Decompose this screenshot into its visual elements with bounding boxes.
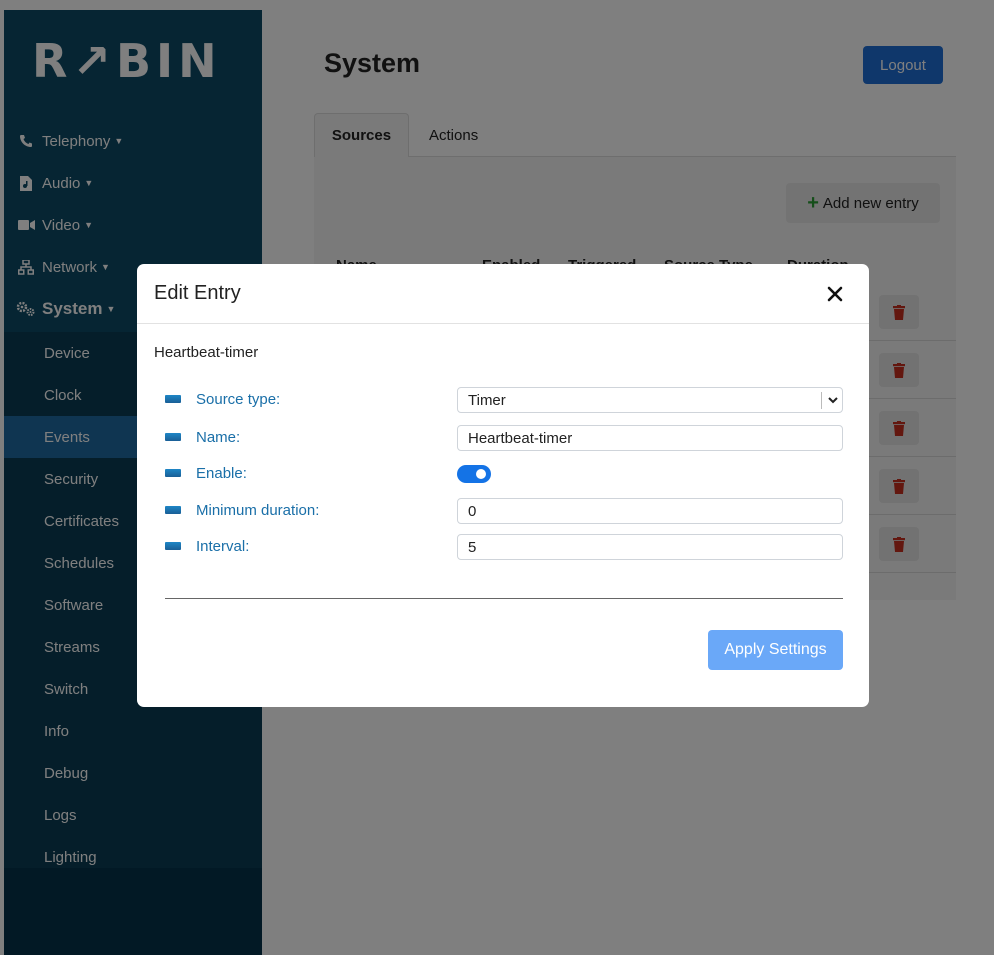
- close-button[interactable]: [823, 282, 847, 306]
- field-marker-icon: [165, 469, 181, 477]
- minimum-duration-label: Minimum duration:: [196, 502, 320, 519]
- interval-label: Interval:: [196, 538, 250, 555]
- source-type-label: Source type:: [196, 391, 281, 408]
- enable-toggle[interactable]: [457, 465, 491, 483]
- name-row: Name: Heartbeat-timer: [165, 425, 845, 451]
- minimum-duration-row: Minimum duration: 0: [165, 498, 845, 524]
- select-separator: [821, 392, 822, 409]
- field-marker-icon: [165, 395, 181, 403]
- modal-header: Edit Entry: [137, 264, 869, 324]
- field-marker-icon: [165, 542, 181, 550]
- edit-entry-modal: Edit Entry Heartbeat-timer Source type: …: [137, 264, 869, 707]
- source-type-select[interactable]: Timer: [457, 387, 843, 413]
- enable-row: Enable:: [165, 461, 845, 487]
- interval-row: Interval: 5: [165, 534, 845, 560]
- enable-label: Enable:: [196, 465, 247, 482]
- apply-settings-button[interactable]: Apply Settings: [708, 630, 843, 670]
- name-input[interactable]: Heartbeat-timer: [457, 425, 843, 451]
- close-icon: [827, 286, 843, 302]
- name-label: Name:: [196, 429, 241, 446]
- field-marker-icon: [165, 506, 181, 514]
- modal-title: Edit Entry: [154, 282, 241, 304]
- chevron-down-icon: [828, 397, 838, 404]
- entry-name: Heartbeat-timer: [154, 344, 259, 361]
- field-marker-icon: [165, 433, 181, 441]
- interval-input[interactable]: 5: [457, 534, 843, 560]
- toggle-knob: [476, 469, 486, 479]
- divider: [165, 598, 843, 599]
- source-type-value: Timer: [468, 391, 506, 409]
- minimum-duration-input[interactable]: 0: [457, 498, 843, 524]
- source-type-row: Source type: Timer: [165, 387, 845, 413]
